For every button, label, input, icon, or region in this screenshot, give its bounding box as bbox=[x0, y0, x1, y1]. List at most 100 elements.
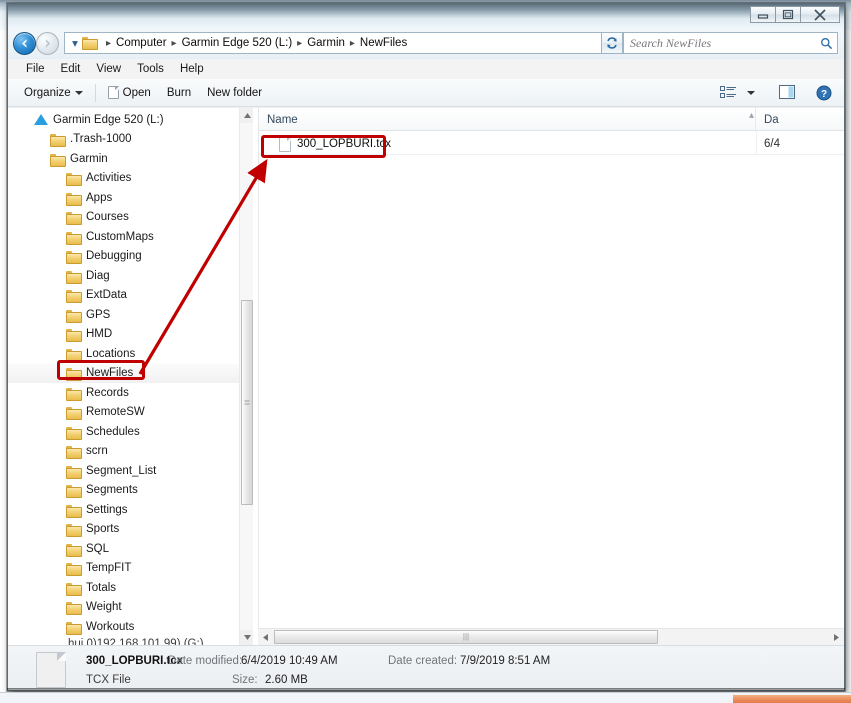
breadcrumb-separator-1[interactable]: ▸ bbox=[172, 38, 177, 49]
column-header-name[interactable]: Name bbox=[259, 108, 756, 131]
tree-item-locations[interactable]: Locations bbox=[8, 344, 240, 364]
tree-item-apps[interactable]: Apps bbox=[8, 188, 240, 208]
forward-button[interactable] bbox=[36, 32, 59, 55]
navigation-scroll-thumb[interactable]: ≣ bbox=[241, 300, 253, 505]
burn-button[interactable]: Burn bbox=[159, 84, 199, 102]
folder-icon bbox=[66, 562, 82, 577]
tree-item-schedules[interactable]: Schedules bbox=[8, 422, 240, 442]
new-folder-label: New folder bbox=[207, 86, 263, 99]
column-header-label: Da bbox=[764, 113, 779, 126]
tree-item-label: RemoteSW bbox=[86, 406, 145, 419]
refresh-button[interactable] bbox=[601, 32, 623, 54]
breadcrumb-separator-2[interactable]: ▸ bbox=[297, 38, 302, 49]
tree-item-newfiles[interactable]: NewFiles bbox=[8, 363, 240, 383]
tree-item-activities[interactable]: Activities bbox=[8, 169, 240, 189]
tree-item-hmd[interactable]: HMD bbox=[8, 325, 240, 345]
tree-item-network-drive[interactable]: hui 0)192.168.101.99) (G:) bbox=[8, 637, 240, 646]
breadcrumb-garmin[interactable]: Garmin bbox=[307, 37, 345, 49]
open-button[interactable]: Open bbox=[100, 83, 159, 102]
tree-item-courses[interactable]: Courses bbox=[8, 208, 240, 228]
chevron-down-icon bbox=[74, 90, 83, 95]
details-date-created-value: 7/9/2019 8:51 AM bbox=[460, 655, 551, 667]
tree-item-label: NewFiles bbox=[86, 367, 134, 380]
menu-item-help[interactable]: Help bbox=[172, 61, 212, 77]
tree-item-segment-list[interactable]: Segment_List bbox=[8, 461, 240, 481]
menu-item-view[interactable]: View bbox=[88, 61, 129, 77]
folder-icon bbox=[66, 465, 82, 479]
tree-item-extdata[interactable]: ExtData bbox=[8, 286, 240, 306]
organize-button[interactable]: Organize bbox=[8, 84, 91, 102]
view-options-group: ? bbox=[716, 83, 844, 103]
scroll-up-button[interactable] bbox=[240, 108, 253, 123]
column-header-date-modified[interactable]: Da bbox=[756, 108, 844, 131]
tree-item-sql[interactable]: SQL bbox=[8, 539, 240, 559]
close-button[interactable] bbox=[800, 6, 840, 23]
recent-locations-icon[interactable]: ▾ bbox=[68, 33, 82, 53]
back-button[interactable] bbox=[13, 32, 36, 55]
breadcrumb-separator-0[interactable]: ▸ bbox=[106, 38, 111, 49]
scroll-right-button[interactable] bbox=[829, 629, 844, 645]
folder-icon bbox=[66, 192, 82, 206]
maximize-button[interactable] bbox=[775, 6, 801, 23]
tree-item-tempfit[interactable]: TempFIT bbox=[8, 559, 240, 579]
breadcrumb-garmin-edge-520[interactable]: Garmin Edge 520 (L:) bbox=[182, 37, 293, 49]
tree-item-custommaps[interactable]: CustomMaps bbox=[8, 227, 240, 247]
tree-item-records[interactable]: Records bbox=[8, 383, 240, 403]
drive-triangle-icon bbox=[34, 114, 48, 126]
menu-item-file[interactable]: File bbox=[18, 61, 53, 77]
minimize-button[interactable] bbox=[750, 6, 776, 23]
tree-item-label: Records bbox=[86, 386, 129, 399]
tree-item-label: TempFIT bbox=[86, 562, 132, 575]
help-icon[interactable]: ? bbox=[812, 83, 836, 103]
tree-item-gps[interactable]: GPS bbox=[8, 305, 240, 325]
document-icon bbox=[107, 86, 119, 99]
tree-item-label: Segment_List bbox=[86, 464, 157, 477]
preview-pane-icon[interactable] bbox=[775, 83, 800, 102]
tree-item-label: Sports bbox=[86, 523, 120, 536]
breadcrumb-separator-3[interactable]: ▸ bbox=[350, 38, 355, 49]
scroll-left-button[interactable] bbox=[258, 629, 273, 645]
tree-item-workouts[interactable]: Workouts bbox=[8, 617, 240, 637]
navigation-pane: Garmin Edge 520 (L:) .Trash-1000 Garmin … bbox=[8, 108, 253, 645]
tree-item-segments[interactable]: Segments bbox=[8, 481, 240, 501]
tree-item-remotesw[interactable]: RemoteSW bbox=[8, 403, 240, 423]
tree-item-label: Garmin Edge 520 (L:) bbox=[53, 113, 164, 126]
tree-item-weight[interactable]: Weight bbox=[8, 598, 240, 618]
tree-item-scrn[interactable]: scrn bbox=[8, 442, 240, 462]
menu-item-tools[interactable]: Tools bbox=[129, 61, 172, 77]
tree-item-totals[interactable]: Totals bbox=[8, 578, 240, 598]
folder-icon bbox=[66, 172, 82, 187]
breadcrumb-computer[interactable]: Computer bbox=[116, 37, 167, 49]
open-label: Open bbox=[122, 86, 151, 99]
tree-item-sports[interactable]: Sports bbox=[8, 520, 240, 540]
file-name-cell[interactable]: 300_LOPBURI.tcx bbox=[259, 134, 756, 154]
tree-item-settings[interactable]: Settings bbox=[8, 500, 240, 520]
tree-item-label: SQL bbox=[86, 542, 110, 555]
taskbar-item[interactable] bbox=[733, 695, 851, 703]
file-name-label: 300_LOPBURI.tcx bbox=[297, 138, 391, 150]
search-input[interactable]: Search NewFiles bbox=[624, 36, 815, 51]
tree-item-label: Workouts bbox=[86, 620, 135, 633]
tree-item-label: Totals bbox=[86, 581, 117, 594]
tree-item-trash-1000[interactable]: .Trash-1000 bbox=[8, 130, 240, 150]
view-dropdown-icon[interactable] bbox=[743, 89, 759, 97]
folder-icon bbox=[66, 601, 82, 616]
column-header-label: Name bbox=[267, 113, 298, 126]
scroll-down-button[interactable] bbox=[240, 630, 253, 645]
explorer-window: ▾ ▸ Computer ▸ Garmin Edge 520 (L:) ▸ Ga… bbox=[7, 3, 845, 691]
tree-item-garmin-edge-520[interactable]: Garmin Edge 520 (L:) bbox=[8, 110, 240, 130]
file-list-horizontal-scrollbar[interactable]: ||| bbox=[258, 628, 844, 645]
menu-item-edit[interactable]: Edit bbox=[53, 61, 89, 77]
navigation-pane-scrollbar[interactable]: ≣ bbox=[239, 108, 253, 645]
new-folder-button[interactable]: New folder bbox=[199, 84, 270, 102]
tree-item-debugging[interactable]: Debugging bbox=[8, 247, 240, 267]
change-view-icon[interactable] bbox=[716, 84, 741, 102]
tree-item-garmin[interactable]: Garmin bbox=[8, 149, 240, 169]
horizontal-scroll-thumb[interactable]: ||| bbox=[274, 630, 658, 644]
search-box[interactable]: Search NewFiles bbox=[623, 32, 838, 54]
tree-item-diag[interactable]: Diag bbox=[8, 266, 240, 286]
breadcrumb-newfiles[interactable]: NewFiles bbox=[360, 37, 407, 49]
breadcrumb-bar[interactable]: ▾ ▸ Computer ▸ Garmin Edge 520 (L:) ▸ Ga… bbox=[64, 32, 624, 54]
details-date-created-label: Date created: bbox=[388, 655, 458, 667]
table-row[interactable]: 300_LOPBURI.tcx 6/4 bbox=[259, 134, 844, 154]
